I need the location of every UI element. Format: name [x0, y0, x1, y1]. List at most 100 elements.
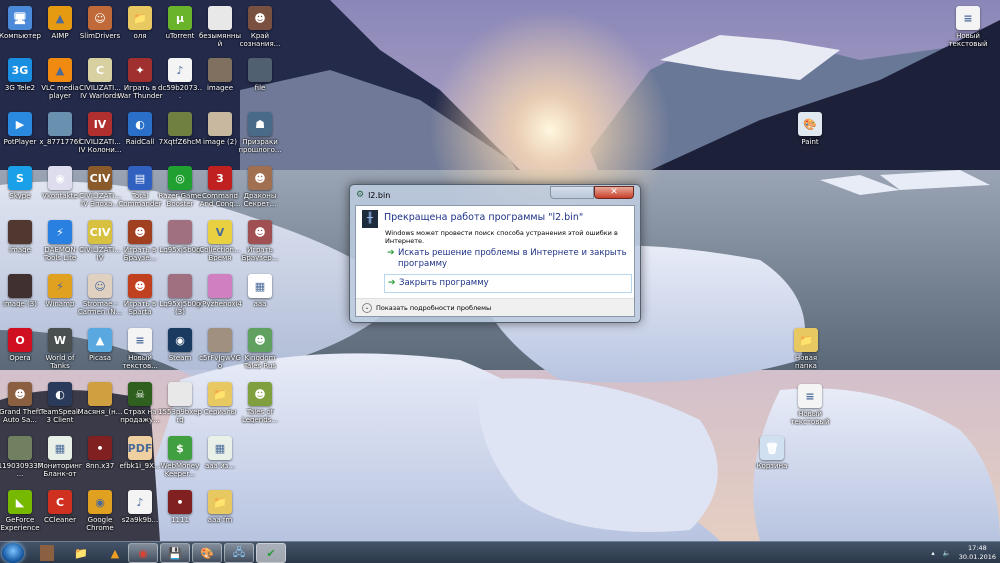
app-icon: CIV — [88, 166, 112, 190]
desktop-icon[interactable]: ☻ Играть в Sparta — [118, 274, 162, 328]
desktop-icon[interactable]: ☺ Stromae - Carmen (N... — [78, 274, 122, 328]
clock[interactable]: 17:48 30.01.2016 — [959, 544, 996, 562]
desktop-icon[interactable]: ▲ AIMP — [38, 6, 82, 60]
desktop-icon[interactable]: безымянный — [198, 6, 242, 60]
taskbar-item-save[interactable]: 💾 — [160, 543, 190, 563]
desktop-icon[interactable]: $ WebMoney Keeper... — [158, 436, 202, 490]
desktop-icon[interactable]: ◎ Razer Game Booster — [158, 166, 202, 220]
desktop-icon[interactable]: 📁 Новая папка — [784, 328, 828, 382]
tray-chevron-icon[interactable]: ▴ — [931, 549, 934, 557]
taskbar-item-chrome[interactable]: ◉ — [128, 543, 158, 563]
desktop-icon[interactable]: ☻ Играть Браузер... — [238, 220, 282, 274]
desktop-icon[interactable]: ☻ Играть в Браузе... — [118, 220, 162, 274]
desktop-icon[interactable]: ✦ Играть в War Thunder — [117, 58, 163, 112]
volume-icon[interactable]: 🔈 — [943, 549, 951, 557]
desktop-icon[interactable]: 📁 Сериалы — [198, 382, 242, 436]
desktop-icon[interactable]: C CIVILIZATI... IV Warlords — [78, 58, 122, 112]
desktop-icon[interactable]: ☗ Призраки прошлого... — [238, 112, 282, 166]
desktop-icon[interactable]: ◣ GeForce Experience — [0, 490, 42, 544]
app-icon — [168, 112, 192, 136]
desktop-icon-label: Корзина — [756, 462, 788, 470]
desktop-icon[interactable]: CIV CIVILIZATI... IV Эпоха... — [78, 166, 122, 220]
desktop-icon[interactable]: PDF efbk1i_9X... — [118, 436, 162, 490]
desktop-icon[interactable]: ▦ ааа — [238, 274, 282, 328]
desktop-icon[interactable]: file — [238, 58, 282, 112]
taskbar-item-aimp[interactable]: ▲ — [100, 543, 130, 563]
desktop-icon[interactable]: ▲ VLC media player — [38, 58, 82, 112]
desktop-icon[interactable]: 🖥 Компьютер — [0, 6, 42, 60]
details-toggle[interactable]: ⌄ Показать подробности проблемы — [356, 298, 634, 316]
desktop-icon[interactable]: ◐ RaidCall — [118, 112, 162, 166]
app-icon: ▤ — [128, 166, 152, 190]
close-button[interactable]: ✕ — [594, 186, 634, 199]
start-button[interactable] — [2, 543, 24, 563]
taskbar-item-network[interactable]: 🖧 — [224, 543, 254, 563]
desktop-icon[interactable]: V Collection... Время — [198, 220, 242, 274]
desktop-icon[interactable]: 🗑 Корзина — [750, 436, 794, 490]
desktop-icon[interactable]: image — [0, 220, 42, 274]
desktop-icon[interactable]: 1553p9bxeprg — [158, 382, 202, 436]
app-icon — [248, 58, 272, 82]
search-solution-option[interactable]: ➔ Искать решение проблемы в Интернете и … — [384, 245, 632, 273]
desktop-icon[interactable]: 📁 оля — [118, 6, 162, 60]
desktop-icon[interactable]: x_8771776f — [38, 112, 82, 166]
desktop-icon[interactable]: • 8nn.x37 — [78, 436, 122, 490]
desktop-icon[interactable]: Lq95xj5b0g (3) — [158, 274, 202, 328]
desktop-icon[interactable]: ▦ ааа из... — [198, 436, 242, 490]
desktop-icon[interactable]: Масяня_(н... — [78, 382, 122, 436]
desktop-icon[interactable]: 7XqtfZ6hcM — [158, 112, 202, 166]
desktop-icon[interactable]: ⚡ Winamp — [38, 274, 82, 328]
app-icon: µ — [168, 6, 192, 30]
desktop-icon[interactable]: ♪ s2a9k9b... — [118, 490, 162, 544]
desktop-icon[interactable]: ◐ TeamSpeak 3 Client — [38, 382, 82, 436]
desktop-icon[interactable]: ◉ Steam — [158, 328, 202, 382]
desktop-icon[interactable]: imagee — [198, 58, 242, 112]
desktop-icon[interactable]: 3G 3G Tele2 — [0, 58, 42, 112]
desktop-icon[interactable]: ▶ PotPlayer — [0, 112, 42, 166]
taskbar-item-paint[interactable]: 🎨 — [192, 543, 222, 563]
desktop-icon[interactable]: ♪ dc59b2073... — [158, 58, 202, 112]
desktop-icon[interactable]: 3 Command And Conq... — [198, 166, 242, 220]
desktop-icon[interactable]: ◉ Google Chrome — [78, 490, 122, 544]
desktop-icon[interactable]: 1190309337... — [0, 436, 42, 490]
desktop-icon[interactable]: S Skype — [0, 166, 42, 220]
desktop-icon[interactable]: ☻ Tales of Legends... — [238, 382, 282, 436]
desktop-icon[interactable]: image (3) — [0, 274, 42, 328]
app-icon: ≡ — [128, 328, 152, 352]
app-icon: W — [48, 328, 72, 352]
desktop-icon[interactable]: ☻ Kingdom Tales Rus — [238, 328, 282, 382]
desktop-icon[interactable]: 🎨 Paint — [788, 112, 832, 166]
desktop-icon[interactable]: W World of Tanks — [38, 328, 82, 382]
dialog-description: Windows может провести поиск способа уст… — [385, 229, 618, 245]
desktop-icon[interactable]: ≡ Новый текстовый ... — [946, 6, 990, 60]
desktop-icon[interactable]: IV CIVILIZATI... IV Колони... — [78, 112, 122, 166]
desktop-icon[interactable]: ☻ Край сознания... — [238, 6, 282, 60]
desktop-icon[interactable]: ☻ Драконы Секрет... — [238, 166, 282, 220]
desktop-icon[interactable]: ▲ Picasa — [78, 328, 122, 382]
app-icon: C — [88, 58, 112, 82]
close-program-option[interactable]: ➔ Закрыть программу — [384, 274, 632, 293]
desktop-icon[interactable]: • 1111 — [158, 490, 202, 544]
desktop-icon[interactable]: ▤ Total Commander — [118, 166, 162, 220]
desktop-icon[interactable]: c5rFvJgwVGo — [198, 328, 242, 382]
taskbar-item-person[interactable] — [32, 543, 62, 563]
taskbar-item-explorer[interactable]: 📁 — [66, 543, 96, 563]
desktop-icon[interactable]: µ uTorrent — [158, 6, 202, 60]
desktop-icon[interactable]: 📁 ааа fm — [198, 490, 242, 544]
desktop-icon[interactable]: ☻ Grand Theft Auto Sa... — [0, 382, 42, 436]
desktop-icon[interactable]: ▦ Мониторинг Бланк-от — [37, 436, 83, 490]
desktop-icon[interactable]: ☠ Страх на продажу... — [118, 382, 162, 436]
desktop-icon[interactable]: ≡ Новый текстов... — [118, 328, 162, 382]
desktop-icon[interactable]: ☺ SlimDrivers — [78, 6, 122, 60]
desktop-icon[interactable]: O Opera — [0, 328, 42, 382]
app-icon: ⚙ — [356, 190, 365, 200]
taskbar-item-error-report[interactable]: ✔ — [256, 543, 286, 563]
desktop-icon[interactable]: Lq95xj5b0g — [158, 220, 202, 274]
desktop-icon[interactable]: ◉ Vkontakte — [38, 166, 82, 220]
desktop-icon[interactable]: ⚡ DAEMON Tools Lite — [38, 220, 82, 274]
desktop-icon[interactable]: image (2) — [198, 112, 242, 166]
desktop-icon[interactable]: C CCleaner — [38, 490, 82, 544]
desktop-icon[interactable]: CIV CIVILIZATI... IV — [78, 220, 122, 274]
desktop-icon[interactable]: ≡ Новый текстовый ... — [788, 384, 832, 438]
desktop-icon[interactable]: xPyzhenoxi4 — [198, 274, 242, 328]
